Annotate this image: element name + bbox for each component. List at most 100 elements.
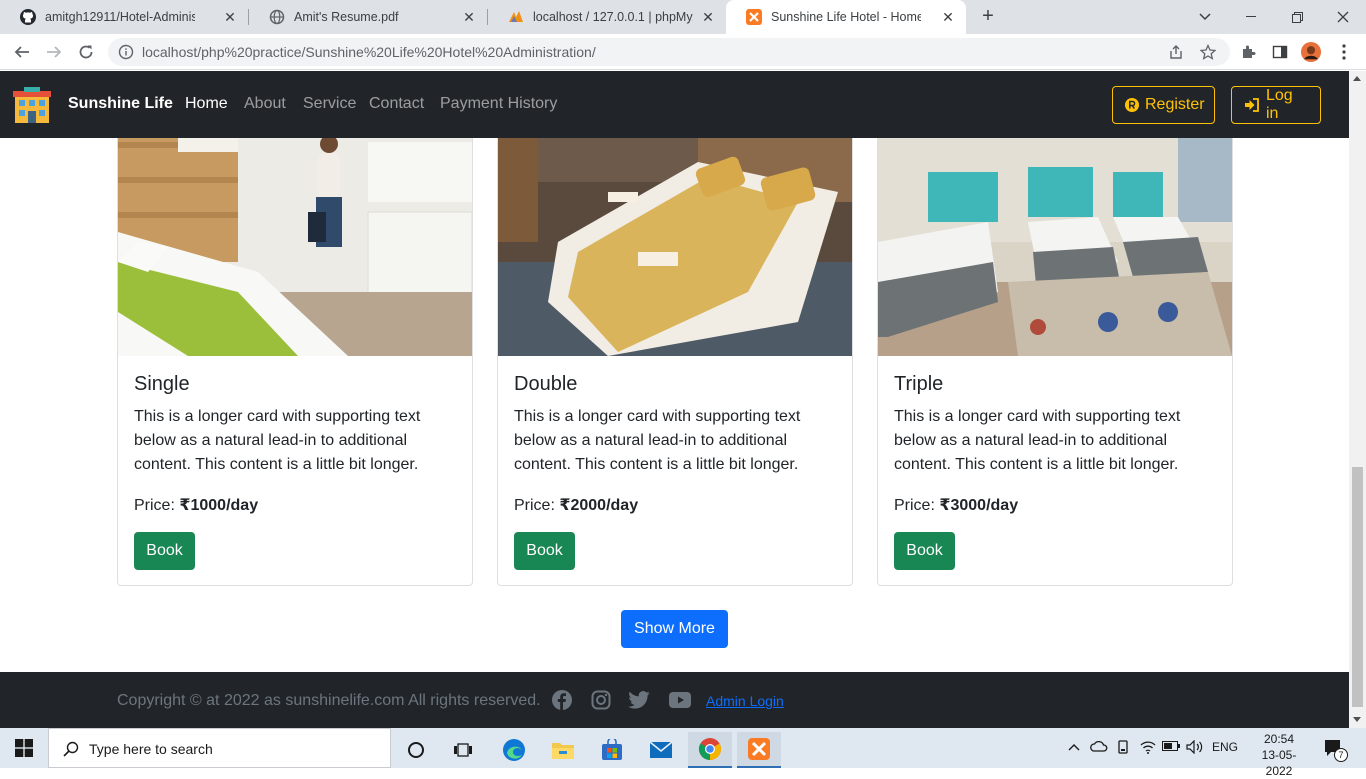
search-icon	[63, 741, 79, 762]
share-icon[interactable]	[1168, 44, 1184, 60]
page-scrollbar[interactable]	[1349, 71, 1366, 728]
taskbar-clock[interactable]: 20:54 13-05-2022	[1256, 731, 1302, 779]
windows-start-button[interactable]	[0, 728, 48, 768]
mail-icon[interactable]	[639, 732, 683, 768]
register-button[interactable]: Register	[1112, 86, 1215, 124]
clock-time: 20:54	[1263, 732, 1295, 746]
restore-button[interactable]	[1274, 0, 1320, 34]
microsoft-store-icon[interactable]	[590, 732, 634, 768]
chrome-taskbar-icon[interactable]	[688, 732, 732, 768]
copyright-text: Copyright © at 2022 as sunshinelife.com …	[117, 692, 541, 709]
forward-button[interactable]	[40, 38, 68, 66]
book-button[interactable]: Book	[894, 532, 955, 570]
price-value: ₹2000/day	[559, 497, 639, 514]
nav-contact[interactable]: Contact	[369, 95, 424, 113]
language-indicator[interactable]: ENG	[1212, 740, 1238, 754]
xampp-taskbar-icon[interactable]	[737, 732, 781, 768]
room-image-single	[118, 122, 472, 356]
browser-tab-sunshine[interactable]: Sunshine Life Hotel - Home ✕	[726, 0, 966, 34]
file-explorer-icon[interactable]	[541, 732, 585, 768]
xampp-icon	[746, 9, 762, 25]
minimize-button[interactable]	[1228, 0, 1274, 34]
login-label: Log in	[1266, 87, 1293, 122]
show-hidden-icons[interactable]	[1068, 740, 1080, 754]
onedrive-icon[interactable]	[1090, 740, 1108, 755]
card-price: Price: ₹3000/day	[894, 495, 1018, 515]
browser-toolbar: localhost/php%20practice/Sunshine%20Life…	[0, 34, 1366, 70]
search-placeholder: Type here to search	[89, 741, 213, 757]
scroll-down-arrow[interactable]	[1353, 717, 1361, 722]
card-price: Price: ₹2000/day	[514, 495, 638, 515]
extensions-icon[interactable]	[1238, 42, 1258, 62]
reload-button[interactable]	[72, 38, 100, 66]
room-image-double	[498, 122, 852, 356]
tab-title: amitgh12911/Hotel-Administratio	[45, 10, 195, 24]
new-tab-button[interactable]: +	[976, 5, 1000, 29]
close-icon[interactable]: ✕	[222, 9, 238, 25]
menu-dots-icon[interactable]	[1334, 42, 1354, 62]
url-text: localhost/php%20practice/Sunshine%20Life…	[142, 44, 596, 60]
windows-taskbar: Type here to search ENG 20:54 13-05-2022…	[0, 728, 1366, 778]
browser-tab-github[interactable]: amitgh12911/Hotel-Administratio ✕	[0, 0, 248, 34]
profile-avatar[interactable]	[1301, 42, 1321, 62]
tab-title: localhost / 127.0.0.1 | phpMyAdm	[533, 10, 693, 24]
facebook-icon[interactable]	[551, 689, 573, 711]
nav-about[interactable]: About	[244, 95, 286, 113]
book-button[interactable]: Book	[514, 532, 575, 570]
price-label: Price:	[134, 497, 180, 514]
address-bar[interactable]: localhost/php%20practice/Sunshine%20Life…	[108, 38, 1230, 66]
task-view-icon[interactable]	[441, 732, 485, 768]
room-card-triple: Triple This is a longer card with suppor…	[877, 121, 1233, 586]
close-icon[interactable]: ✕	[940, 9, 956, 25]
device-icon[interactable]	[1116, 740, 1130, 757]
tab-title: Amit's Resume.pdf	[294, 10, 399, 24]
close-icon[interactable]: ✕	[700, 9, 716, 25]
login-button[interactable]: Log in	[1231, 86, 1321, 124]
site-navbar: Sunshine Life Home About Service Contact…	[0, 71, 1349, 138]
bookmark-star-icon[interactable]	[1199, 43, 1217, 60]
battery-icon[interactable]	[1162, 740, 1180, 754]
youtube-icon[interactable]	[669, 689, 691, 711]
show-more-button[interactable]: Show More	[621, 610, 728, 648]
room-image-triple	[878, 122, 1232, 356]
scroll-up-arrow[interactable]	[1353, 76, 1361, 81]
sign-in-icon	[1244, 98, 1260, 112]
card-text: This is a longer card with supporting te…	[514, 408, 801, 473]
wifi-icon[interactable]	[1140, 740, 1156, 757]
price-label: Price:	[514, 497, 560, 514]
side-panel-icon[interactable]	[1270, 42, 1290, 62]
tab-search-button[interactable]	[1182, 0, 1228, 34]
nav-service[interactable]: Service	[303, 95, 356, 113]
phpmyadmin-icon	[508, 9, 524, 25]
twitter-icon[interactable]	[628, 689, 650, 711]
room-card-single: Single This is a longer card with suppor…	[117, 121, 473, 586]
browser-tab-phpmyadmin[interactable]: localhost / 127.0.0.1 | phpMyAdm ✕	[488, 0, 726, 34]
nav-payment-history[interactable]: Payment History	[440, 95, 557, 113]
card-title: Triple	[894, 373, 944, 395]
room-card-double: Double This is a longer card with suppor…	[497, 121, 853, 586]
back-button[interactable]	[8, 38, 36, 66]
close-window-button[interactable]	[1320, 0, 1366, 34]
page-viewport: Single This is a longer card with suppor…	[0, 71, 1349, 728]
hotel-logo-icon[interactable]	[12, 85, 52, 125]
edge-icon[interactable]	[492, 732, 536, 768]
book-button[interactable]: Book	[134, 532, 195, 570]
close-icon[interactable]: ✕	[461, 9, 477, 25]
taskbar-search-box[interactable]: Type here to search	[48, 728, 391, 768]
browser-tab-resume[interactable]: Amit's Resume.pdf ✕	[249, 0, 487, 34]
globe-icon	[269, 9, 285, 25]
info-icon[interactable]	[118, 44, 134, 60]
instagram-icon[interactable]	[590, 689, 612, 711]
admin-login-link[interactable]: Admin Login	[706, 693, 784, 709]
volume-icon[interactable]	[1186, 739, 1204, 757]
cortana-icon[interactable]	[394, 732, 438, 768]
scroll-thumb[interactable]	[1352, 467, 1363, 707]
card-text: This is a longer card with supporting te…	[134, 408, 421, 473]
notification-count-badge: 7	[1334, 748, 1348, 762]
nav-home[interactable]: Home	[185, 95, 228, 113]
price-label: Price:	[894, 497, 940, 514]
card-text: This is a longer card with supporting te…	[894, 408, 1181, 473]
register-label: Register	[1145, 96, 1205, 113]
github-icon	[20, 9, 36, 25]
brand-name[interactable]: Sunshine Life	[68, 95, 173, 113]
